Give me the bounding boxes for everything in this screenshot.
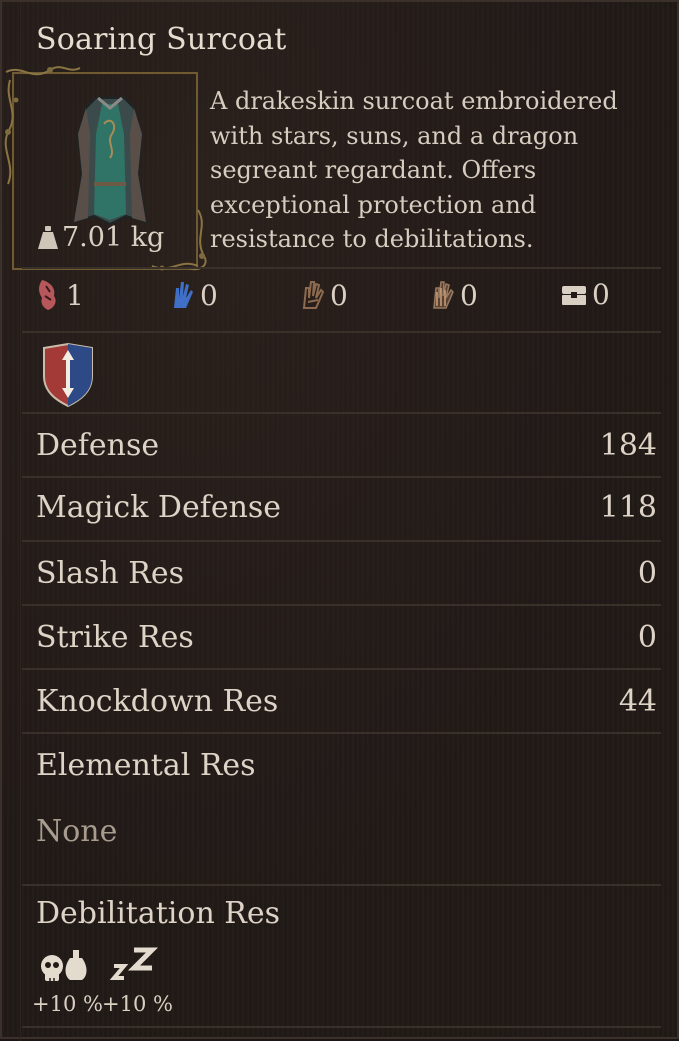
description-line: resistance to debilitations. bbox=[210, 225, 534, 253]
weight-icon bbox=[38, 225, 58, 249]
vocation-count-value: 1 bbox=[66, 278, 84, 312]
debilitation-res-label: Debilitation Res bbox=[36, 896, 281, 931]
vocation-counts: 1 0 0 0 0 bbox=[32, 278, 672, 322]
red-claw-icon bbox=[39, 280, 56, 310]
shield-crest-icon bbox=[43, 342, 93, 408]
description-line: with stars, suns, and a dragon bbox=[210, 121, 579, 150]
striped-hand-icon bbox=[433, 281, 454, 309]
chest-icon bbox=[562, 285, 586, 305]
divider bbox=[22, 1026, 661, 1028]
elemental-res-value: None bbox=[36, 814, 118, 849]
stat-label: Knockdown Res bbox=[36, 684, 279, 719]
debilitation-value: +10 % bbox=[32, 992, 103, 1016]
divider bbox=[22, 476, 661, 478]
vocation-count-value: 0 bbox=[330, 278, 348, 312]
divider bbox=[22, 732, 661, 734]
vocation-count-value: 0 bbox=[460, 278, 478, 312]
debilitation-item-sleep: +10 % bbox=[102, 942, 173, 1016]
stat-value: 118 bbox=[599, 490, 657, 525]
vocation-count-5: 0 bbox=[560, 278, 610, 311]
stat-value: 184 bbox=[599, 428, 657, 463]
divider bbox=[22, 668, 661, 670]
vocation-count-3: 0 bbox=[300, 278, 348, 312]
divider bbox=[22, 604, 661, 606]
section-label: Elemental Res bbox=[36, 748, 256, 783]
item-description: A drakeskin surcoat embroidered with sta… bbox=[210, 84, 660, 257]
divider bbox=[22, 412, 661, 414]
poison-skull-icon bbox=[41, 950, 87, 981]
stat-label: Magick Defense bbox=[36, 490, 282, 525]
vocation-count-value: 0 bbox=[592, 278, 610, 311]
description-line: exceptional protection and bbox=[210, 190, 537, 219]
stat-value: 44 bbox=[618, 684, 657, 719]
divider bbox=[22, 267, 661, 269]
item-weight-value: 7.01 kg bbox=[62, 222, 165, 253]
debilitation-item-poison: +10 % bbox=[32, 942, 103, 1016]
divider bbox=[22, 331, 661, 333]
divider bbox=[22, 884, 661, 886]
divider bbox=[22, 540, 661, 542]
stat-label: Defense bbox=[36, 428, 160, 463]
vocation-count-2: 0 bbox=[170, 278, 218, 312]
stat-label: Slash Res bbox=[36, 556, 185, 591]
surcoat-armor-icon bbox=[72, 96, 148, 226]
debilitation-value: +10 % bbox=[102, 992, 173, 1016]
stat-value: 0 bbox=[637, 620, 657, 655]
brown-hand-icon bbox=[302, 281, 325, 309]
stat-value: 0 bbox=[637, 556, 657, 591]
vocation-count-4: 0 bbox=[430, 278, 478, 312]
item-tooltip-panel: Soaring Surcoat 7.01 kg A drakeskin surc… bbox=[0, 0, 679, 1041]
item-weight: 7.01 kg bbox=[36, 222, 164, 253]
description-line: segreant regardant. Offers bbox=[210, 156, 537, 184]
sleep-zz-icon bbox=[109, 947, 159, 980]
blue-hand-icon bbox=[174, 282, 193, 308]
vocation-count-value: 0 bbox=[200, 278, 218, 312]
description-line: A drakeskin surcoat embroidered bbox=[210, 87, 618, 115]
item-name: Soaring Surcoat bbox=[36, 22, 287, 57]
vocation-count-1: 1 bbox=[36, 278, 84, 312]
stat-label: Strike Res bbox=[36, 620, 194, 655]
